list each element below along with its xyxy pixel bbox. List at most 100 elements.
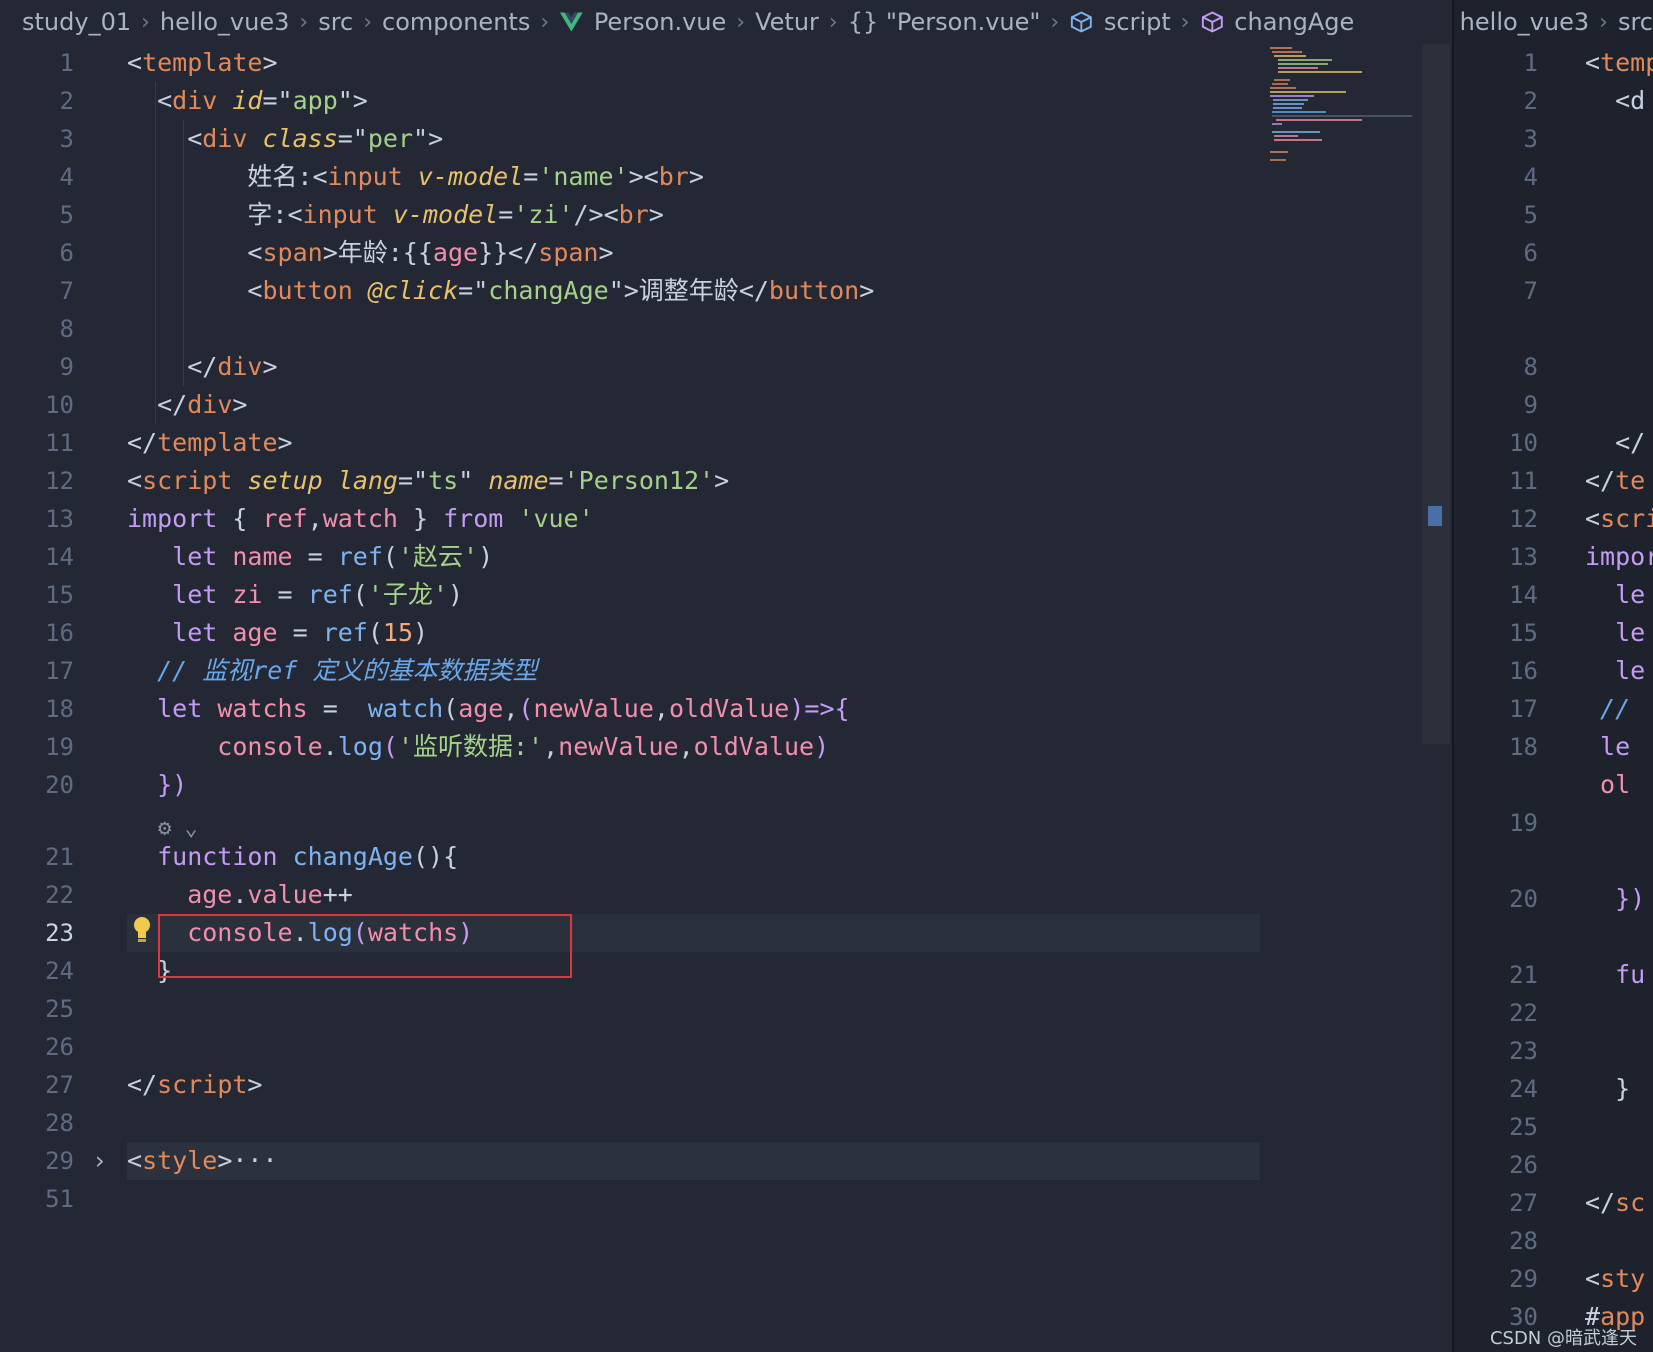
code-token: </ — [127, 428, 158, 457]
code-line[interactable]: 18 let watchs = watch(age,(newValue,oldV… — [0, 690, 1262, 728]
code-line[interactable]: 22 age.value++ — [0, 876, 1262, 914]
code-line[interactable]: 1 <temp — [1452, 44, 1653, 82]
code-line[interactable]: 19 — [1452, 804, 1653, 842]
code-line[interactable]: 21 fu — [1452, 956, 1653, 994]
code-editor-left[interactable]: 1 <template> 2 <div id="app"> 3 <div class=… — [0, 44, 1262, 1218]
code-line[interactable]: 4 姓名:<input v-model='name'><br> — [0, 158, 1262, 196]
code-line[interactable]: 12 <script setup lang="ts" name='Person12… — [0, 462, 1262, 500]
breadcrumb-item-script[interactable]: script — [1104, 8, 1171, 36]
line-number: 10 — [1509, 429, 1538, 457]
code-line[interactable]: 20 }) — [1452, 880, 1653, 918]
breadcrumb-item-src[interactable]: src — [318, 8, 353, 36]
code-line[interactable]: 3 <div class="per"> — [0, 120, 1262, 158]
code-line[interactable]: 17 // 监视ref 定义的基本数据类型 — [0, 652, 1262, 690]
code-line[interactable]: 15 let zi = ref('子龙') — [0, 576, 1262, 614]
code-line[interactable]: 22 — [1452, 994, 1653, 1032]
code-line[interactable] — [1452, 842, 1653, 880]
code-token: fu — [1585, 960, 1646, 989]
breadcrumb-item-function[interactable]: changAge — [1234, 8, 1354, 36]
code-line[interactable]: 25 — [0, 990, 1262, 1028]
code-line[interactable]: 18 le — [1452, 728, 1653, 766]
code-line[interactable]: 8 — [1452, 348, 1653, 386]
breadcrumb-item-components[interactable]: components — [382, 8, 530, 36]
code-line[interactable]: 6 — [1452, 234, 1653, 272]
line-number: 28 — [45, 1109, 74, 1137]
code-line[interactable]: 26 — [0, 1028, 1262, 1066]
breadcrumb-right-src[interactable]: src — [1618, 8, 1653, 36]
fold-chevron-icon[interactable]: › — [92, 1142, 107, 1180]
line-number: 20 — [1509, 885, 1538, 913]
line-number: 19 — [1509, 809, 1538, 837]
code-editor-right[interactable]: 1 <temp 2 <d 3 4 5 6 7 8 9 10 </11 </te 12 <scri 13 imp… — [1452, 44, 1653, 1336]
code-line[interactable]: 7 <button @click="changAge">调整年龄</button… — [0, 272, 1262, 310]
code-line[interactable]: 11 </te — [1452, 462, 1653, 500]
code-line[interactable]: 8 — [0, 310, 1262, 348]
code-line[interactable]: 13 import { ref,watch } from 'vue' — [0, 500, 1262, 538]
breadcrumb-item-study[interactable]: study_01 — [22, 8, 131, 36]
code-line[interactable]: 16 let age = ref(15) — [0, 614, 1262, 652]
code-line[interactable]: 2 <d — [1452, 82, 1653, 120]
code-line[interactable]: 10 </div> — [0, 386, 1262, 424]
code-line[interactable]: ol — [1452, 766, 1653, 804]
code-line[interactable]: 11 </template> — [0, 424, 1262, 462]
code-line[interactable]: 9 — [1452, 386, 1653, 424]
code-line[interactable]: 27 </script> — [0, 1066, 1262, 1104]
code-line[interactable]: 27 </sc — [1452, 1184, 1653, 1222]
code-line[interactable]: 14 let name = ref('赵云') — [0, 538, 1262, 576]
code-line[interactable]: 13 impor — [1452, 538, 1653, 576]
breadcrumb-item-hello-vue3[interactable]: hello_vue3 — [160, 8, 289, 36]
code-line[interactable]: 51 — [0, 1180, 1262, 1218]
vertical-scrollbar[interactable] — [1422, 44, 1450, 744]
code-line[interactable]: 7 — [1452, 272, 1653, 310]
code-line[interactable]: 15 le — [1452, 614, 1653, 652]
code-token: oldValue — [668, 694, 790, 723]
code-line[interactable]: 6 <span>年龄:{{age}}</span> — [0, 234, 1262, 272]
code-token: age — [127, 880, 233, 909]
code-line[interactable]: 23 — [1452, 1032, 1653, 1070]
code-token: input — [302, 200, 378, 229]
code-line[interactable]: 16 le — [1452, 652, 1653, 690]
code-line[interactable]: 2 <div id="app"> — [0, 82, 1262, 120]
code-line[interactable] — [1452, 310, 1653, 348]
code-line[interactable]: 29 › <style>··· — [0, 1142, 1262, 1180]
code-line[interactable]: 28 — [0, 1104, 1262, 1142]
code-text: <span>年龄:{{age}}</span> — [127, 234, 613, 272]
code-line[interactable]: 3 — [1452, 120, 1653, 158]
breadcrumb-item-vetur[interactable]: Vetur — [755, 8, 819, 36]
code-line[interactable]: 14 le — [1452, 576, 1653, 614]
breadcrumb-item-file[interactable]: Person.vue — [594, 8, 726, 36]
breadcrumb-right-hello-vue3[interactable]: hello_vue3 — [1460, 8, 1589, 36]
code-line[interactable]: 10 </ — [1452, 424, 1653, 462]
line-number: 22 — [1509, 999, 1538, 1027]
code-line[interactable]: 4 — [1452, 158, 1653, 196]
code-token: template — [142, 48, 263, 77]
code-line[interactable]: 21 function changAge(){ — [0, 838, 1262, 876]
code-line[interactable]: 12 <scri — [1452, 500, 1653, 538]
code-line[interactable]: 26 — [1452, 1146, 1653, 1184]
code-token: age — [432, 238, 479, 267]
lightbulb-icon[interactable] — [132, 916, 152, 944]
code-line[interactable]: 29 <sty — [1452, 1260, 1653, 1298]
code-line[interactable]: 25 — [1452, 1108, 1653, 1146]
minimap[interactable] — [1262, 44, 1422, 164]
code-line[interactable]: 24 } — [1452, 1070, 1653, 1108]
breadcrumb-item-module[interactable]: {} "Person.vue" — [848, 8, 1041, 36]
code-line[interactable]: 20 }) — [0, 766, 1262, 804]
code-token: }} — [478, 238, 509, 267]
code-line[interactable]: 28 — [1452, 1222, 1653, 1260]
code-token: id — [232, 86, 263, 115]
code-line[interactable] — [1452, 918, 1653, 956]
code-line[interactable]: 5 字:<input v-model='zi'/><br> — [0, 196, 1262, 234]
line-number: 5 — [1523, 201, 1538, 229]
code-token: </ — [127, 390, 188, 419]
codelens-row[interactable]: ⚙ ⌄ — [0, 804, 1262, 841]
code-line[interactable]: 19 console.log('监听数据:',newValue,oldValue… — [0, 728, 1262, 766]
code-token: </ — [1585, 428, 1646, 457]
code-token: > — [859, 276, 875, 305]
code-line[interactable]: 5 — [1452, 196, 1653, 234]
code-line[interactable]: 9 </div> — [0, 348, 1262, 386]
code-line[interactable]: 1 <template> — [0, 44, 1262, 82]
code-text: }) — [127, 766, 187, 804]
code-line[interactable]: 17 // — [1452, 690, 1653, 728]
